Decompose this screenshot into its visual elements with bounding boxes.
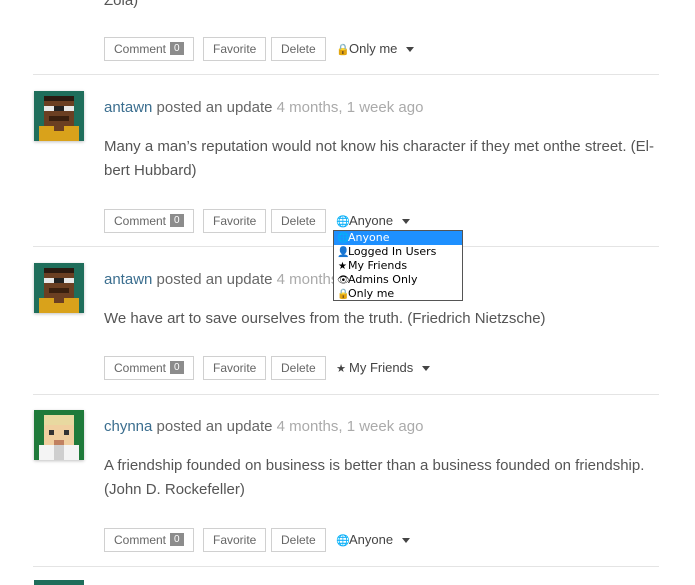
option-label: Only me — [348, 287, 395, 300]
privacy-dropdown[interactable]: 🌐Anyone 👤Logged In Users ★My Friends 👁Ad… — [333, 230, 463, 301]
option-label: Logged In Users — [348, 245, 437, 258]
post-content: A friendship founded on business is bett… — [104, 457, 645, 498]
timestamp-link[interactable]: 4 months, 1 week ago — [277, 418, 424, 435]
delete-button[interactable]: Delete — [271, 356, 326, 380]
chevron-down-icon — [402, 538, 411, 544]
post-meta: chynna posted an update 4 months, 1 week… — [104, 417, 423, 437]
globe-icon: 🌐 — [336, 216, 350, 228]
comment-label: Comment — [114, 214, 167, 228]
divider — [33, 394, 659, 395]
comment-count-badge: 0 — [170, 42, 184, 56]
privacy-select[interactable]: 🔒Only me — [336, 39, 415, 60]
comment-button[interactable]: Comment 0 — [104, 528, 194, 552]
comment-label: Comment — [114, 42, 167, 56]
star-icon: ★ — [338, 261, 347, 272]
comment-count-badge: 0 — [170, 533, 184, 547]
comment-button[interactable]: Comment 0 — [104, 37, 194, 61]
favorite-button[interactable]: Favorite — [203, 209, 267, 233]
comment-button[interactable]: Comment 0 — [104, 209, 194, 233]
lock-icon: 🔒 — [336, 44, 350, 56]
divider — [33, 566, 659, 567]
user-link[interactable]: antawn — [104, 99, 152, 116]
privacy-label: Only me — [349, 41, 398, 56]
delete-button[interactable]: Delete — [271, 528, 326, 552]
user-icon: 👤 — [337, 247, 350, 258]
lock-icon: 🔒 — [337, 289, 350, 300]
privacy-label: Anyone — [349, 213, 394, 228]
comment-count-badge: 0 — [170, 361, 184, 375]
delete-button[interactable]: Delete — [271, 37, 326, 61]
post-verb: posted an update — [156, 418, 273, 435]
timestamp-link[interactable]: 4 months, 1 week ago — [277, 99, 424, 116]
favorite-button[interactable]: Favorite — [203, 356, 267, 380]
chevron-down-icon — [422, 366, 431, 372]
chevron-down-icon — [406, 47, 415, 53]
privacy-option-friends[interactable]: ★My Friends — [334, 259, 462, 273]
post-meta: antawn posted an update 4 months, 1 week… — [104, 98, 423, 118]
post-verb: posted an update — [156, 271, 273, 288]
privacy-option-anyone[interactable]: 🌐Anyone — [334, 231, 462, 245]
avatar[interactable] — [34, 263, 84, 313]
comment-label: Comment — [114, 361, 167, 375]
comment-count-badge: 0 — [170, 214, 184, 228]
privacy-option-admins[interactable]: 👁Admins Only — [334, 273, 462, 287]
privacy-select[interactable]: 🌐Anyone — [336, 530, 411, 551]
star-icon: ★ — [336, 363, 346, 375]
privacy-select[interactable]: 🌐Anyone — [336, 211, 411, 232]
user-link[interactable]: chynna — [104, 418, 152, 435]
post-meta: antawn posted an update 4 months — [104, 270, 338, 290]
favorite-button[interactable]: Favorite — [203, 37, 267, 61]
post-verb: posted an update — [156, 99, 273, 116]
option-label: My Friends — [348, 259, 408, 272]
privacy-option-only-me[interactable]: 🔒Only me — [334, 287, 462, 301]
eye-icon: 👁 — [337, 275, 350, 286]
divider — [33, 74, 659, 75]
post-content: Many a man’s reputation would not know h… — [104, 138, 654, 179]
timestamp-link[interactable]: 4 months — [277, 271, 339, 288]
privacy-select[interactable]: ★ My Friends — [336, 358, 431, 379]
favorite-button[interactable]: Favorite — [203, 528, 267, 552]
previous-post-content-fragment: Zola) — [104, 0, 139, 9]
chevron-down-icon — [402, 219, 411, 225]
globe-icon: 🌐 — [337, 233, 350, 244]
comment-label: Comment — [114, 533, 167, 547]
avatar[interactable] — [34, 580, 84, 585]
user-link[interactable]: antawn — [104, 271, 152, 288]
privacy-option-logged-in[interactable]: 👤Logged In Users — [334, 245, 462, 259]
globe-icon: 🌐 — [336, 535, 350, 547]
comment-button[interactable]: Comment 0 — [104, 356, 194, 380]
delete-button[interactable]: Delete — [271, 209, 326, 233]
option-label: Anyone — [348, 231, 390, 244]
avatar[interactable] — [34, 91, 84, 141]
privacy-label: Anyone — [349, 532, 394, 547]
privacy-label: My Friends — [349, 360, 414, 375]
option-label: Admins Only — [348, 273, 418, 286]
post-content: We have art to save ourselves from the t… — [104, 310, 546, 327]
avatar[interactable] — [34, 410, 84, 460]
